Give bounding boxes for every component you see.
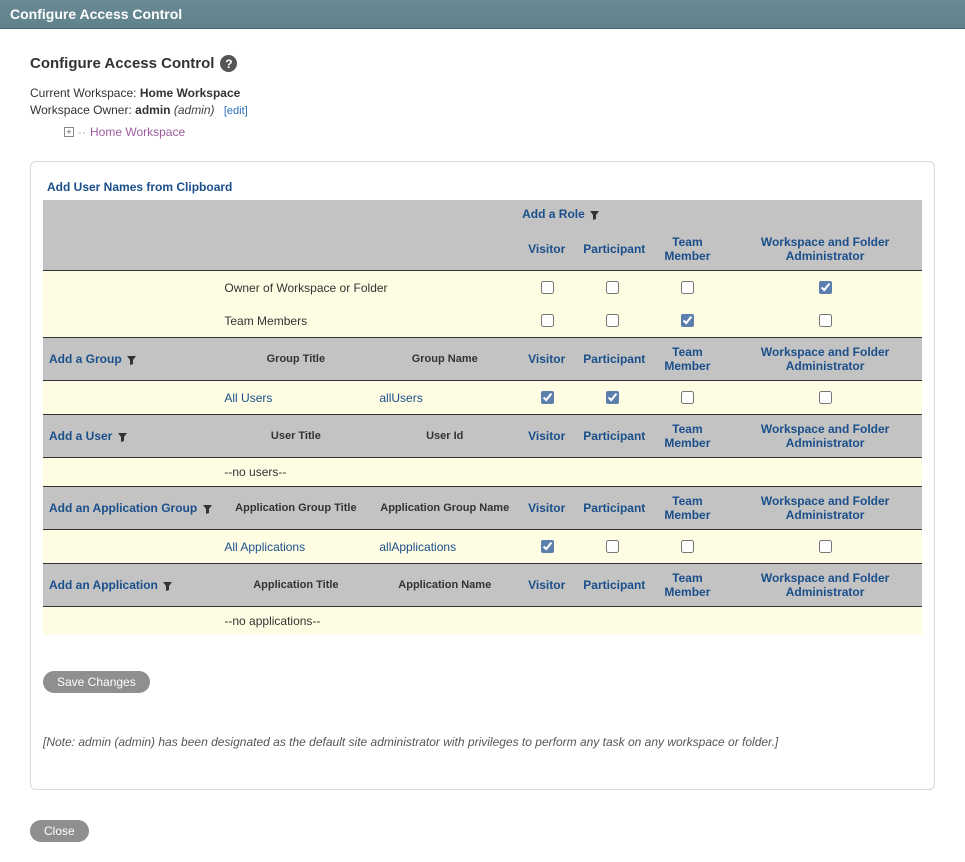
close-button[interactable]: Close [30,820,89,842]
filter-icon[interactable] [588,207,599,221]
save-changes-button[interactable]: Save Changes [43,671,150,693]
col-participant[interactable]: Participant [577,228,646,271]
add-appgroup-link[interactable]: Add an Application Group [49,501,197,515]
current-workspace-line: Current Workspace: Home Workspace [30,86,935,100]
window-titlebar: Configure Access Control [0,0,965,29]
group-allusers-title[interactable]: All Users [218,381,373,415]
col-visitor[interactable]: Visitor [516,564,577,607]
help-icon[interactable]: ? [220,55,237,72]
col-admin[interactable]: Workspace and Folder Administrator [728,487,922,530]
appgroup-allapps-title[interactable]: All Applications [218,530,373,564]
admin-note: [Note: admin (admin) has been designated… [43,735,922,749]
owner-visitor-checkbox[interactable] [541,281,554,294]
col-participant[interactable]: Participant [577,487,646,530]
allusers-participant-checkbox[interactable] [606,391,619,404]
add-user-link[interactable]: Add a User [49,429,112,443]
allapps-team-checkbox[interactable] [681,540,694,553]
col-visitor[interactable]: Visitor [516,338,577,381]
col-visitor[interactable]: Visitor [516,415,577,458]
app-title-head: Application Title [218,564,373,607]
row-team-members-label: Team Members [218,304,516,338]
add-from-clipboard-link[interactable]: Add User Names from Clipboard [47,180,232,194]
add-group-link[interactable]: Add a Group [49,352,122,366]
team-admin-checkbox[interactable] [819,314,832,327]
team-participant-checkbox[interactable] [606,314,619,327]
allusers-team-checkbox[interactable] [681,391,694,404]
workspace-owner-value: admin [135,103,170,117]
appgroup-allapps-name[interactable]: allApplications [373,530,516,564]
col-participant[interactable]: Participant [577,415,646,458]
owner-team-checkbox[interactable] [681,281,694,294]
current-workspace-label: Current Workspace: [30,86,136,100]
no-users-text: --no users-- [218,458,516,487]
allapps-participant-checkbox[interactable] [606,540,619,553]
group-name-head: Group Name [373,338,516,381]
access-control-panel: Add User Names from Clipboard Add a Role… [30,161,935,790]
add-application-link[interactable]: Add an Application [49,578,158,592]
owner-admin-checkbox[interactable] [819,281,832,294]
workspace-owner-line: Workspace Owner: admin (admin) [edit] [30,103,935,117]
current-workspace-value: Home Workspace [140,86,240,100]
group-title-head: Group Title [218,338,373,381]
group-allusers-name[interactable]: allUsers [373,381,516,415]
appgroup-title-head: Application Group Title [218,487,373,530]
add-role-link[interactable]: Add a Role [522,207,585,221]
filter-icon[interactable] [116,429,127,443]
team-visitor-checkbox[interactable] [541,314,554,327]
workspace-owner-label: Workspace Owner: [30,103,132,117]
user-title-head: User Title [218,415,373,458]
col-admin[interactable]: Workspace and Folder Administrator [728,415,922,458]
allapps-visitor-checkbox[interactable] [541,540,554,553]
allapps-admin-checkbox[interactable] [819,540,832,553]
filter-icon[interactable] [125,352,136,366]
row-owner-label: Owner of Workspace or Folder [218,271,516,305]
col-admin[interactable]: Workspace and Folder Administrator [728,338,922,381]
app-name-head: Application Name [373,564,516,607]
col-participant[interactable]: Participant [577,564,646,607]
allusers-visitor-checkbox[interactable] [541,391,554,404]
col-team-member[interactable]: Team Member [647,415,729,458]
col-visitor[interactable]: Visitor [516,228,577,271]
col-team-member[interactable]: Team Member [647,228,729,271]
owner-participant-checkbox[interactable] [606,281,619,294]
col-team-member[interactable]: Team Member [647,564,729,607]
filter-icon[interactable] [161,578,172,592]
workspace-owner-login: (admin) [174,103,215,117]
user-id-head: User Id [373,415,516,458]
col-team-member[interactable]: Team Member [647,338,729,381]
filter-icon[interactable] [201,501,212,515]
window-title: Configure Access Control [10,6,182,22]
col-visitor[interactable]: Visitor [516,487,577,530]
col-admin[interactable]: Workspace and Folder Administrator [728,564,922,607]
no-applications-text: --no applications-- [218,607,516,636]
team-team-checkbox[interactable] [681,314,694,327]
page-title: Configure Access Control [30,55,214,72]
edit-owner-link[interactable]: [edit] [224,105,248,117]
appgroup-name-head: Application Group Name [373,487,516,530]
allusers-admin-checkbox[interactable] [819,391,832,404]
col-team-member[interactable]: Team Member [647,487,729,530]
col-participant[interactable]: Participant [577,338,646,381]
tree-dots-icon: ·· [78,125,86,139]
tree-home-workspace-link[interactable]: Home Workspace [90,125,185,139]
tree-expand-icon[interactable]: + [64,127,74,137]
col-admin[interactable]: Workspace and Folder Administrator [728,228,922,271]
